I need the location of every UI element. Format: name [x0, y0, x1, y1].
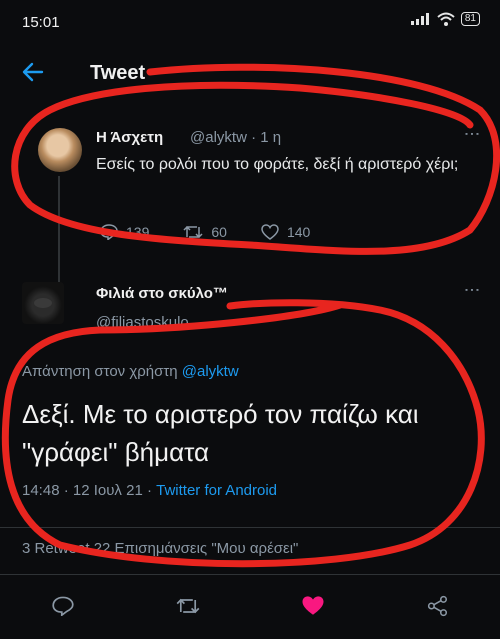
- heart-icon: [302, 596, 323, 615]
- retweet-icon: [176, 598, 199, 613]
- share-button[interactable]: [418, 595, 458, 622]
- avatar[interactable]: [22, 282, 64, 324]
- reply-button[interactable]: [43, 596, 83, 621]
- page-title: Tweet: [90, 62, 146, 84]
- author-name[interactable]: Φιλιά στο σκύλο™: [96, 285, 228, 302]
- heart-icon: [261, 224, 279, 240]
- divider: [0, 574, 500, 575]
- author-handle[interactable]: @filiastoskulo: [96, 314, 189, 331]
- like-button[interactable]: 140: [261, 224, 310, 240]
- arrow-left-icon: [22, 62, 44, 82]
- signal-icon: [410, 13, 429, 25]
- tweet-action-bar: [0, 588, 500, 628]
- tweet-meta: 14:48 · 12 Ιουλ 21 · Twitter for Android: [22, 482, 277, 499]
- divider: [0, 527, 500, 528]
- reply-count: 139: [126, 224, 150, 240]
- wifi-icon: [437, 12, 455, 26]
- tweet-source-link[interactable]: Twitter for Android: [156, 482, 277, 499]
- author-handle[interactable]: @alyktw · 1 η: [190, 129, 281, 146]
- thread-line: [58, 176, 60, 284]
- reply-button[interactable]: 139: [100, 224, 149, 240]
- retweet-count: 60: [211, 224, 227, 240]
- more-icon[interactable]: ⋮: [462, 126, 481, 140]
- status-icons: 81: [410, 12, 480, 26]
- tweet-stats[interactable]: 3 Retweet 22 Επισημάνσεις "Μου αρέσει": [22, 540, 298, 557]
- avatar[interactable]: [38, 128, 82, 172]
- tweet-actions: 139 60 140: [100, 224, 310, 240]
- author-name[interactable]: Η Άσχετη: [96, 129, 163, 146]
- status-time: 15:01: [22, 14, 60, 31]
- reply-icon: [100, 224, 118, 240]
- back-button[interactable]: [22, 58, 44, 89]
- like-button[interactable]: [293, 595, 333, 621]
- retweet-icon: [183, 225, 203, 239]
- share-icon: [427, 595, 447, 616]
- reply-context: Απάντηση στον χρήστη @alyktw: [22, 363, 239, 380]
- tweet-text: Εσείς το ρολόι που το φοράτε, δεξί ή αρι…: [96, 156, 459, 173]
- reply-prefix: Απάντηση στον χρήστη: [22, 363, 178, 380]
- reply-icon: [51, 596, 74, 617]
- tweet-timestamp: 14:48 · 12 Ιουλ 21 ·: [22, 482, 157, 499]
- more-icon[interactable]: ⋮: [462, 282, 481, 296]
- like-count: 140: [286, 224, 311, 240]
- tweet-text: Δεξί. Με το αριστερό τον παίζω και "γράφ…: [22, 399, 419, 467]
- reply-mention-link[interactable]: @alyktw: [182, 363, 239, 380]
- battery-icon: 81: [460, 12, 480, 26]
- retweet-button[interactable]: [168, 596, 208, 621]
- retweet-button[interactable]: 60: [183, 224, 227, 240]
